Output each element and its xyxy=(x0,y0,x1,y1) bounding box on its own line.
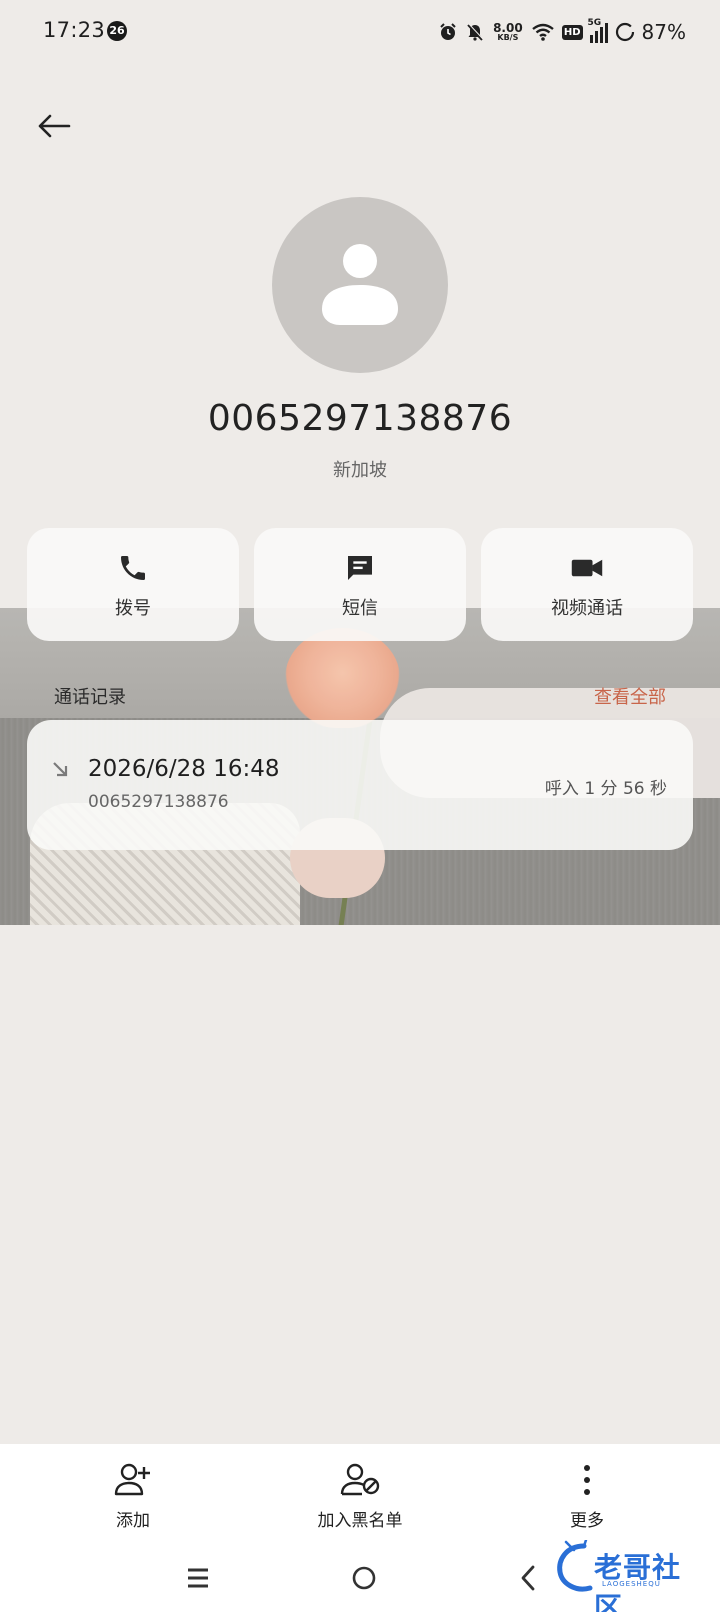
call-info: 呼入 1 分 56 秒 xyxy=(544,779,667,799)
call-number: 0065297138876 xyxy=(88,792,229,812)
arrow-left-icon xyxy=(38,114,71,138)
video-call-label: 视频通话 xyxy=(551,598,623,619)
watermark-logo: 老哥社区 LAOGESHEQU xyxy=(554,1540,704,1612)
menu-icon xyxy=(188,1568,208,1588)
block-person-icon xyxy=(340,1460,380,1500)
more-vertical-icon xyxy=(581,1460,593,1500)
video-icon xyxy=(569,550,605,586)
dial-button[interactable]: 拨号 xyxy=(27,528,239,641)
alarm-icon xyxy=(438,22,458,42)
wifi-icon xyxy=(531,22,555,42)
video-call-button[interactable]: 视频通话 xyxy=(481,528,693,641)
notification-count-badge: 26 xyxy=(107,21,127,41)
add-contact-button[interactable]: 添加 xyxy=(53,1460,213,1531)
call-datetime: 2026/6/28 16:48 xyxy=(88,756,280,782)
hd-badge: HD xyxy=(561,24,583,40)
status-bar: 17:23 26 8.00 KB/S HD 5G 87% xyxy=(0,0,720,66)
message-label: 短信 xyxy=(342,598,378,619)
chevron-left-icon xyxy=(521,1565,535,1591)
contact-location: 新加坡 xyxy=(333,460,387,481)
nav-menu-button[interactable] xyxy=(178,1558,218,1598)
view-all-link[interactable]: 查看全部 xyxy=(594,683,666,709)
bottom-action-bar: 添加 加入黑名单 更多 xyxy=(0,1444,720,1544)
more-button[interactable]: 更多 xyxy=(507,1460,667,1531)
watermark-subtext: LAOGESHEQU xyxy=(602,1580,661,1588)
signal-label: 5G xyxy=(587,18,602,28)
add-person-icon xyxy=(113,1460,153,1500)
message-icon xyxy=(344,550,376,586)
add-contact-label: 添加 xyxy=(116,1511,150,1531)
nav-home-button[interactable] xyxy=(344,1558,384,1598)
phone-icon xyxy=(117,550,149,586)
contact-number: 0065297138876 xyxy=(207,398,513,439)
net-speed: 8.00 KB/S xyxy=(492,22,524,42)
person-icon xyxy=(322,244,398,325)
add-to-blacklist-label: 加入黑名单 xyxy=(317,1511,403,1531)
back-button[interactable] xyxy=(34,106,74,146)
net-speed-unit: KB/S xyxy=(497,33,519,42)
call-history-title: 通话记录 xyxy=(54,687,126,708)
call-history-item[interactable]: 2026/6/28 16:48 0065297138876 呼入 1 分 56 … xyxy=(27,720,693,850)
message-button[interactable]: 短信 xyxy=(254,528,466,641)
mute-bell-icon xyxy=(465,22,485,42)
battery-percent: 87% xyxy=(641,20,686,44)
status-time: 17:23 xyxy=(43,18,106,42)
add-to-blacklist-button[interactable]: 加入黑名单 xyxy=(280,1460,440,1531)
battery-icon xyxy=(615,22,635,42)
home-circle-icon xyxy=(352,1566,376,1590)
status-icons: 8.00 KB/S HD 5G 87% xyxy=(438,18,686,46)
contact-avatar xyxy=(272,197,448,373)
incoming-call-arrow-icon xyxy=(51,760,71,784)
signal-icon: 5G xyxy=(587,18,608,43)
more-label: 更多 xyxy=(570,1511,604,1531)
watermark-text: 老哥社区 xyxy=(594,1551,682,1612)
nav-back-button[interactable] xyxy=(508,1558,548,1598)
dial-label: 拨号 xyxy=(115,598,151,619)
